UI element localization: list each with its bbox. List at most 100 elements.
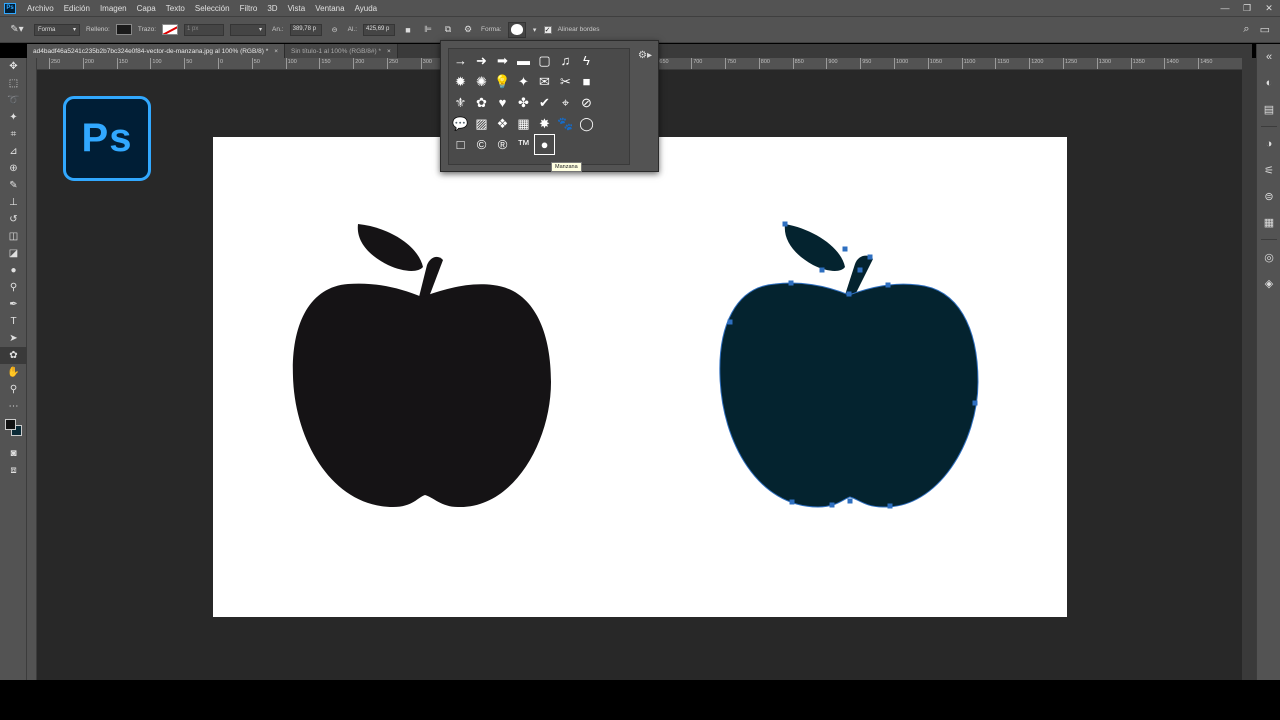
anchor-point[interactable] xyxy=(887,503,893,509)
stroke-swatch[interactable] xyxy=(162,24,179,35)
shape-cell[interactable]: ◯ xyxy=(576,113,597,134)
close-icon[interactable]: ✕ xyxy=(1258,3,1280,14)
more-tools-icon[interactable]: ⋯ xyxy=(0,398,27,415)
path-alignment-icon[interactable]: ⊫ xyxy=(421,24,435,35)
eyedropper-tool-icon[interactable]: ⊿ xyxy=(0,143,27,160)
adjustments-panel-icon[interactable]: ◑ xyxy=(1257,131,1280,157)
restore-icon[interactable]: ❐ xyxy=(1236,3,1258,14)
history-brush-tool-icon[interactable]: ↺ xyxy=(0,211,27,228)
tab-document-2[interactable]: Sin título-1 al 100% (RGB/8#) * × xyxy=(285,44,398,58)
magic-wand-tool-icon[interactable]: ✦ xyxy=(0,109,27,126)
menu-filtro[interactable]: Filtro xyxy=(235,4,263,13)
shape-cell[interactable]: ➡ xyxy=(492,50,513,71)
properties-panel-icon[interactable]: ⚟ xyxy=(1257,157,1280,183)
lasso-tool-icon[interactable]: ➰ xyxy=(0,92,27,109)
shape-cell[interactable]: ♥ xyxy=(492,92,513,113)
shape-cell[interactable]: ▦ xyxy=(513,113,534,134)
anchor-point[interactable] xyxy=(789,499,795,505)
anchor-point[interactable] xyxy=(788,280,794,286)
search-icon[interactable]: ⌕ xyxy=(1243,23,1249,36)
anchor-point[interactable] xyxy=(972,400,978,406)
shape-cell[interactable]: ϟ xyxy=(576,50,597,71)
anchor-point[interactable] xyxy=(847,498,853,504)
anchor-point[interactable] xyxy=(857,267,863,273)
fill-swatch[interactable] xyxy=(115,24,132,35)
anchor-point[interactable] xyxy=(829,502,835,508)
stamp-tool-icon[interactable]: ⊥ xyxy=(0,194,27,211)
anchor-point[interactable] xyxy=(867,254,873,260)
menu-edicion[interactable]: Edición xyxy=(59,4,95,13)
type-tool-icon[interactable]: T xyxy=(0,313,27,330)
stroke-type-select[interactable]: ▾ xyxy=(230,23,267,36)
shape-cell[interactable]: 🐾 xyxy=(555,113,576,134)
menu-capa[interactable]: Capa xyxy=(132,4,161,13)
shape-cell[interactable]: ✸ xyxy=(534,113,555,134)
menu-vista[interactable]: Vista xyxy=(283,4,311,13)
zoom-tool-icon[interactable]: ⚲ xyxy=(0,381,27,398)
height-input[interactable]: 425,69 p xyxy=(363,23,396,36)
shape-cell[interactable]: □ xyxy=(450,134,471,155)
color-panel-icon[interactable]: ◐ xyxy=(1257,70,1280,96)
shape-cell[interactable]: 💡 xyxy=(492,71,513,92)
menu-seleccion[interactable]: Selección xyxy=(190,4,235,13)
swatches-panel-icon[interactable]: ▤ xyxy=(1257,96,1280,122)
anchor-point[interactable] xyxy=(885,282,891,288)
anchor-point[interactable] xyxy=(819,267,825,273)
anchor-point[interactable] xyxy=(842,246,848,252)
menu-archivo[interactable]: Archivo xyxy=(22,4,59,13)
shape-cell[interactable]: ⚜ xyxy=(450,92,471,113)
minimize-icon[interactable]: — xyxy=(1214,3,1236,14)
close-tab-icon[interactable]: × xyxy=(387,48,391,55)
collapse-panels-icon[interactable]: « xyxy=(1257,44,1280,70)
eraser-tool-icon[interactable]: ◫ xyxy=(0,228,27,245)
channels-panel-icon[interactable]: ◎ xyxy=(1257,244,1280,270)
table-panel-icon[interactable]: ▦ xyxy=(1257,209,1280,235)
shape-cell[interactable]: ✿ xyxy=(471,92,492,113)
shape-cell[interactable]: ➜ xyxy=(471,50,492,71)
menu-imagen[interactable]: Imagen xyxy=(95,4,132,13)
shape-cell-apple[interactable]: ● xyxy=(534,134,555,155)
hand-tool-icon[interactable]: ✋ xyxy=(0,364,27,381)
workspace-icon[interactable]: ▭ xyxy=(1260,23,1270,36)
libraries-panel-icon[interactable]: ⊜ xyxy=(1257,183,1280,209)
quick-mask-icon[interactable]: ◙ xyxy=(0,445,27,462)
shape-cell[interactable]: 💬 xyxy=(450,113,471,134)
brush-tool-icon[interactable]: ✎ xyxy=(0,177,27,194)
chevron-down-icon[interactable]: ▾ xyxy=(532,26,538,34)
paint-bucket-tool-icon[interactable]: ◪ xyxy=(0,245,27,262)
menu-3d[interactable]: 3D xyxy=(262,4,282,13)
crop-tool-icon[interactable]: ⌗ xyxy=(0,126,27,143)
pen-tool-icon[interactable]: ✒ xyxy=(0,296,27,313)
shape-cell[interactable]: ■ xyxy=(576,71,597,92)
screen-mode-icon[interactable]: ⧈ xyxy=(0,462,27,479)
shape-cell[interactable]: ▢ xyxy=(534,50,555,71)
gear-icon[interactable]: ⚙▸ xyxy=(638,50,652,61)
move-tool-icon[interactable]: ✥ xyxy=(0,58,27,75)
mode-select[interactable]: Forma ▾ xyxy=(34,23,80,36)
shape-cell[interactable]: ✺ xyxy=(471,71,492,92)
marquee-tool-icon[interactable]: ⬚ xyxy=(0,75,27,92)
custom-shape-tool-preset-icon[interactable]: ✎▾ xyxy=(6,21,28,39)
shape-cell[interactable]: ▬ xyxy=(513,50,534,71)
vertical-ruler[interactable] xyxy=(27,58,37,680)
close-tab-icon[interactable]: × xyxy=(274,48,278,55)
shape-cell[interactable]: ♫ xyxy=(555,50,576,71)
shape-cell[interactable]: ™ xyxy=(513,134,534,155)
shape-cell[interactable]: ✦ xyxy=(513,71,534,92)
shape-cell[interactable]: ✹ xyxy=(450,71,471,92)
color-swatches[interactable] xyxy=(0,415,27,445)
shape-cell[interactable]: © xyxy=(471,134,492,155)
anchor-point[interactable] xyxy=(727,319,733,325)
document-canvas[interactable] xyxy=(213,137,1067,617)
shape-cell[interactable]: ✤ xyxy=(513,92,534,113)
width-input[interactable]: 389,78 p xyxy=(289,23,322,36)
blur-tool-icon[interactable]: ● xyxy=(0,262,27,279)
gear-icon[interactable]: ⚙ xyxy=(461,24,475,35)
align-edges-checkbox[interactable]: ✓ xyxy=(543,25,552,34)
healing-brush-tool-icon[interactable]: ⊕ xyxy=(0,160,27,177)
tab-document-1[interactable]: ad4badf46a5241c235b2b7bc324e0f84-vector-… xyxy=(27,44,286,58)
path-operations-icon[interactable]: ■ xyxy=(401,25,415,35)
link-icon[interactable]: ⊝ xyxy=(328,26,342,34)
apple-shape-right[interactable] xyxy=(719,221,979,509)
shape-cell[interactable]: ⊘ xyxy=(576,92,597,113)
